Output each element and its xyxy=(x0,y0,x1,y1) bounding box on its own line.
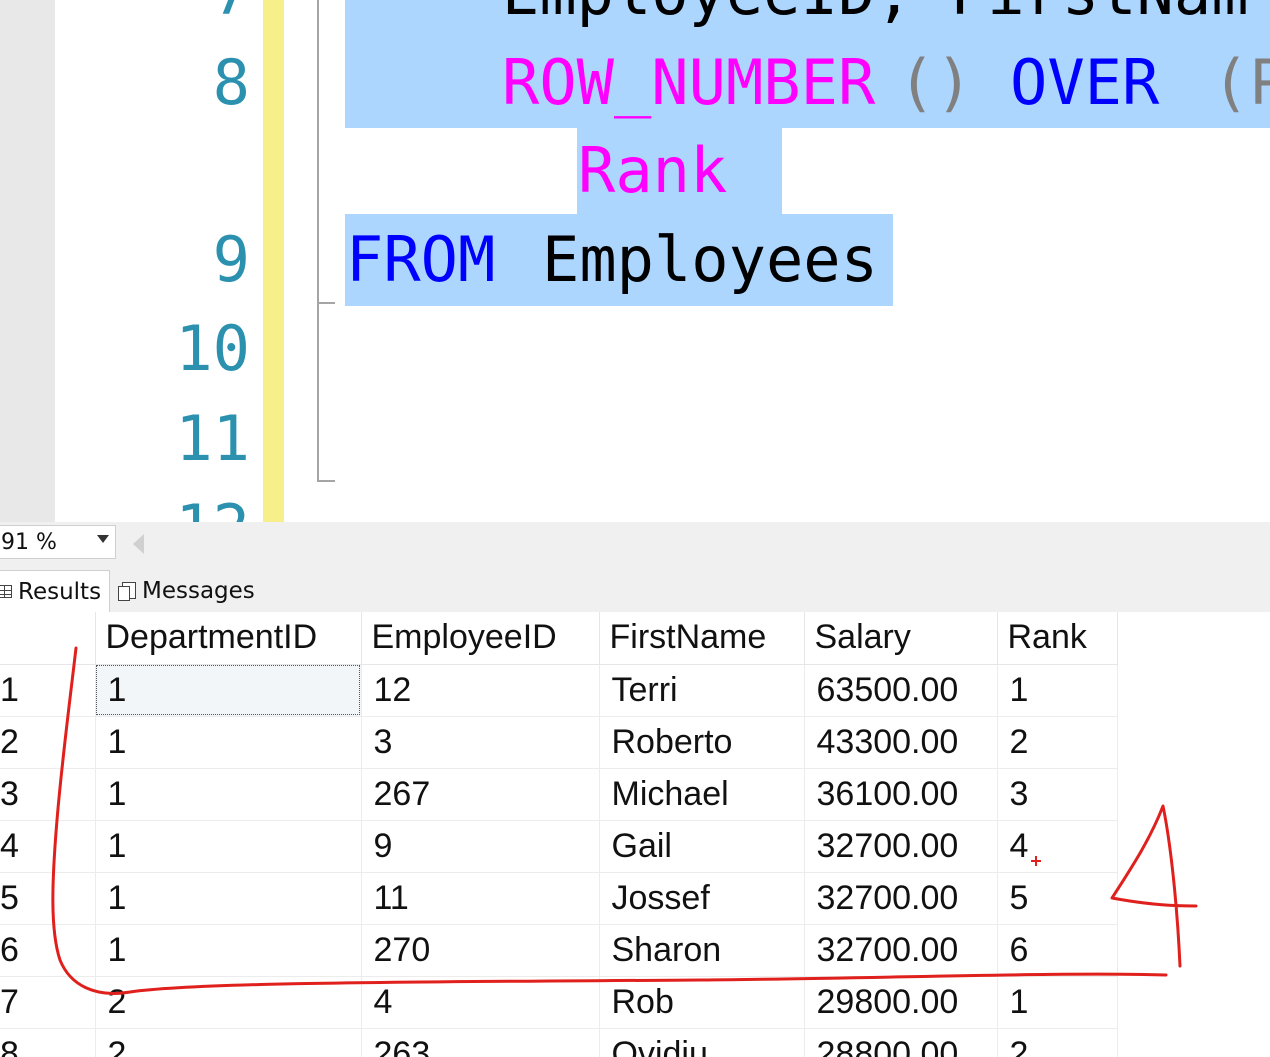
table-cell[interactable]: 1 xyxy=(95,924,362,977)
table-cell[interactable]: Sharon xyxy=(599,924,805,977)
row-number[interactable]: 3 xyxy=(0,768,96,821)
outline-tick xyxy=(317,302,335,304)
row-number[interactable]: 4 xyxy=(0,820,96,873)
line-number: 9 xyxy=(212,223,250,296)
chevron-down-icon[interactable] xyxy=(97,535,109,543)
column-header[interactable]: FirstName xyxy=(599,612,805,665)
table-cell[interactable]: Gail xyxy=(599,820,805,873)
table-cell[interactable]: 11 xyxy=(361,872,600,925)
table-cell[interactable]: 1 xyxy=(95,820,362,873)
table-cell[interactable]: 1 xyxy=(95,716,362,769)
table-cell[interactable]: 3 xyxy=(997,768,1118,821)
tab-messages-label: Messages xyxy=(142,578,255,604)
line-number: 10 xyxy=(175,312,250,385)
table-cell[interactable]: Terri xyxy=(599,664,805,717)
table-cell[interactable]: 1 xyxy=(997,664,1118,717)
table-cell[interactable]: Rob xyxy=(599,976,805,1029)
table-cell[interactable]: 1 xyxy=(997,976,1118,1029)
results-grid[interactable]: DepartmentID EmployeeID FirstName Salary… xyxy=(0,612,1270,1057)
table-cell[interactable]: 2 xyxy=(997,716,1118,769)
row-number[interactable]: 5 xyxy=(0,872,96,925)
code-table-name: Employees xyxy=(542,223,878,296)
table-row[interactable]: 6 1 270 Sharon 32700.00 6 xyxy=(0,924,1118,977)
table-cell[interactable]: 4 xyxy=(997,820,1118,873)
table-cell[interactable]: 267 xyxy=(361,768,600,821)
table-cell[interactable]: 263 xyxy=(361,1028,600,1057)
table-row[interactable]: 7 2 4 Rob 29800.00 1 xyxy=(0,976,1118,1029)
line-number: 11 xyxy=(175,402,250,475)
table-cell[interactable]: Michael xyxy=(599,768,805,821)
line-number: 8 xyxy=(212,46,250,119)
table-cell[interactable]: 32700.00 xyxy=(804,820,998,873)
column-header[interactable]: EmployeeID xyxy=(361,612,600,665)
table-cell[interactable]: 1 xyxy=(95,664,362,717)
column-header[interactable]: Salary xyxy=(804,612,998,665)
row-number[interactable]: 1 xyxy=(0,664,96,717)
table-cell[interactable]: 270 xyxy=(361,924,600,977)
outline-end xyxy=(317,480,335,482)
row-number[interactable]: 6 xyxy=(0,924,96,977)
table-cell[interactable]: 32700.00 xyxy=(804,924,998,977)
table-cell[interactable]: 28800.00 xyxy=(804,1028,998,1057)
table-cell[interactable]: 36100.00 xyxy=(804,768,998,821)
table-cell[interactable]: 5 xyxy=(997,872,1118,925)
zoom-dropdown[interactable]: 91 % xyxy=(0,525,116,559)
tab-results[interactable]: Results xyxy=(0,570,110,612)
table-cell[interactable]: 32700.00 xyxy=(804,872,998,925)
table-cell[interactable]: Roberto xyxy=(599,716,805,769)
table-cell[interactable]: 43300.00 xyxy=(804,716,998,769)
messages-icon xyxy=(118,582,136,601)
change-tracking-bar xyxy=(263,0,284,522)
code-row-number-function: ROW_NUMBER xyxy=(502,46,876,119)
column-header[interactable]: Rank xyxy=(997,612,1118,665)
row-number[interactable]: 2 xyxy=(0,716,96,769)
row-number-header[interactable] xyxy=(0,612,96,665)
table-cell[interactable]: 1 xyxy=(95,872,362,925)
zoom-value: 91 % xyxy=(1,530,57,555)
table-cell[interactable]: 2 xyxy=(95,976,362,1029)
table-cell[interactable]: 1 xyxy=(95,768,362,821)
scroll-left-arrow-icon[interactable] xyxy=(133,534,144,554)
table-row[interactable]: 4 1 9 Gail 32700.00 4 xyxy=(0,820,1118,873)
table-cell[interactable]: Jossef xyxy=(599,872,805,925)
editor-status-strip: 91 % xyxy=(0,522,1270,566)
table-cell[interactable]: 2 xyxy=(997,1028,1118,1057)
editor-margin xyxy=(0,0,55,522)
code-open-paren: (P xyxy=(1212,46,1270,119)
table-row[interactable]: 8 2 263 Ovidiu 28800.00 2 xyxy=(0,1028,1118,1057)
header-row: DepartmentID EmployeeID FirstName Salary… xyxy=(0,612,1118,665)
table-cell[interactable]: 63500.00 xyxy=(804,664,998,717)
code-parens: () xyxy=(898,46,973,119)
code-over-keyword: OVER xyxy=(1010,46,1160,119)
table-cell[interactable]: 2 xyxy=(95,1028,362,1057)
table-cell[interactable]: 9 xyxy=(361,820,600,873)
table-row[interactable]: 5 1 11 Jossef 32700.00 5 xyxy=(0,872,1118,925)
outline-collapse-line xyxy=(317,0,319,482)
table-row[interactable]: 2 1 3 Roberto 43300.00 2 xyxy=(0,716,1118,769)
table-row[interactable]: 3 1 267 Michael 36100.00 3 xyxy=(0,768,1118,821)
table-cell[interactable]: Ovidiu xyxy=(599,1028,805,1057)
line-number: 7 xyxy=(50,0,250,24)
tab-messages[interactable]: Messages xyxy=(114,570,264,612)
row-number[interactable]: 7 xyxy=(0,976,96,1029)
row-number[interactable]: 8 xyxy=(0,1028,96,1057)
query-editor[interactable]: 7 8 9 10 11 12 EmployeeID, FirstNam ROW_… xyxy=(0,0,1270,522)
results-tab-strip: Results Messages xyxy=(0,566,1270,613)
code-rank-alias: Rank xyxy=(578,134,728,207)
code-line-7: EmployeeID, FirstNam xyxy=(502,0,1249,24)
table-cell[interactable]: 6 xyxy=(997,924,1118,977)
tab-results-label: Results xyxy=(18,578,102,605)
column-header[interactable]: DepartmentID xyxy=(95,612,362,665)
table-row[interactable]: 1 1 12 Terri 63500.00 1 xyxy=(0,664,1118,717)
table-cell[interactable]: 29800.00 xyxy=(804,976,998,1029)
table-cell[interactable]: 12 xyxy=(361,664,600,717)
code-from-keyword: FROM xyxy=(346,223,496,296)
table-cell[interactable]: 3 xyxy=(361,716,600,769)
table-cell[interactable]: 4 xyxy=(361,976,600,1029)
grid-icon xyxy=(0,585,12,598)
line-number: 12 xyxy=(50,497,250,523)
results-table: DepartmentID EmployeeID FirstName Salary… xyxy=(0,612,1118,1057)
